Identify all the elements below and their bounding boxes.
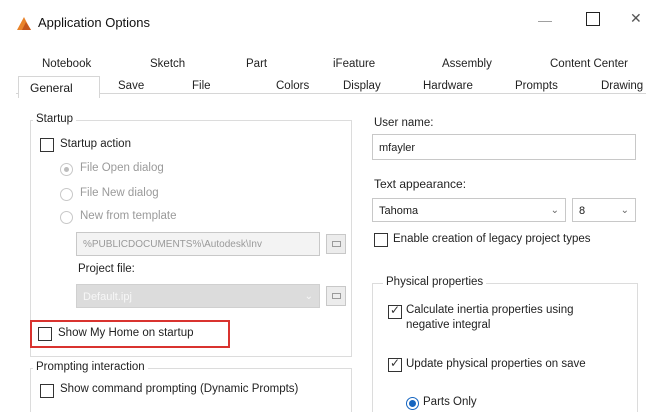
file-new-label: File New dialog: [80, 187, 159, 199]
project-file-value: Default.ipj: [83, 291, 132, 303]
tab-colors[interactable]: Colors: [276, 80, 309, 92]
tab-sketch[interactable]: Sketch: [150, 58, 185, 70]
show-my-home-checkbox[interactable]: [38, 327, 52, 341]
text-appearance-label: Text appearance:: [374, 177, 467, 191]
new-template-radio[interactable]: [60, 211, 73, 224]
minimize-button[interactable]: —: [536, 12, 554, 30]
update-physical-checkbox[interactable]: [388, 356, 402, 372]
show-my-home-label: Show My Home on startup: [58, 327, 194, 339]
user-name-label: User name:: [374, 117, 434, 129]
update-physical-label: Update physical properties on save: [406, 358, 586, 370]
new-template-label: New from template: [80, 210, 177, 222]
font-size-combo[interactable]: 8 ⌄: [572, 198, 636, 222]
tab-notebook[interactable]: Notebook: [42, 58, 91, 70]
parts-only-radio[interactable]: [406, 397, 419, 410]
project-file-label: Project file:: [78, 263, 135, 275]
tab-hardware[interactable]: Hardware: [423, 80, 473, 92]
startup-action-label: Startup action: [60, 138, 131, 150]
font-size-value: 8: [579, 205, 586, 217]
tab-general-label: General: [30, 81, 73, 95]
tab-drawing[interactable]: Drawing: [601, 80, 643, 92]
chevron-down-icon: ⌄: [550, 205, 559, 216]
file-open-radio[interactable]: [60, 163, 73, 176]
tab-ifeature[interactable]: iFeature: [333, 58, 375, 70]
show-command-prompting-label: Show command prompting (Dynamic Prompts): [60, 383, 299, 395]
tab-assembly[interactable]: Assembly: [442, 58, 492, 70]
close-button[interactable]: ✕: [630, 10, 646, 30]
tab-general[interactable]: General: [18, 76, 100, 98]
calculate-inertia-checkbox[interactable]: [388, 303, 402, 319]
chevron-down-icon: ⌄: [304, 291, 313, 302]
chevron-down-icon: ⌄: [620, 205, 629, 216]
file-open-label: File Open dialog: [80, 162, 164, 174]
font-value: Tahoma: [379, 205, 419, 217]
show-command-prompting-checkbox[interactable]: [40, 384, 54, 398]
application-icon: [17, 17, 31, 30]
startup-action-checkbox[interactable]: [40, 138, 54, 152]
user-name-input[interactable]: mfayler: [372, 134, 636, 160]
startup-group-label: Startup: [33, 113, 77, 125]
legacy-project-checkbox[interactable]: [374, 233, 388, 247]
maximize-button[interactable]: [586, 12, 600, 26]
legacy-project-label: Enable creation of legacy project types: [393, 233, 591, 245]
parts-only-label: Parts Only: [423, 396, 477, 408]
window-title: Application Options: [38, 15, 151, 30]
tab-divider: [16, 93, 646, 94]
template-browse-button[interactable]: [326, 234, 346, 254]
template-path-input[interactable]: %PUBLICDOCUMENTS%\Autodesk\Inv: [76, 232, 320, 256]
calculate-inertia-label-1: Calculate inertia properties using: [406, 304, 574, 316]
tab-part[interactable]: Part: [246, 58, 267, 70]
physical-properties-group: [372, 283, 638, 412]
font-combo[interactable]: Tahoma ⌄: [372, 198, 566, 222]
calculate-inertia-label-2: negative integral: [406, 319, 491, 331]
file-new-radio[interactable]: [60, 188, 73, 201]
prompting-group-label: Prompting interaction: [33, 361, 148, 373]
tab-display[interactable]: Display: [343, 80, 381, 92]
tab-prompts[interactable]: Prompts: [515, 80, 558, 92]
tab-save[interactable]: Save: [118, 80, 144, 92]
project-file-combo[interactable]: Default.ipj ⌄: [76, 284, 320, 308]
tab-content-center[interactable]: Content Center: [550, 58, 628, 70]
physical-properties-label: Physical properties: [383, 276, 487, 288]
tab-file[interactable]: File: [192, 80, 211, 92]
project-browse-button[interactable]: [326, 286, 346, 306]
